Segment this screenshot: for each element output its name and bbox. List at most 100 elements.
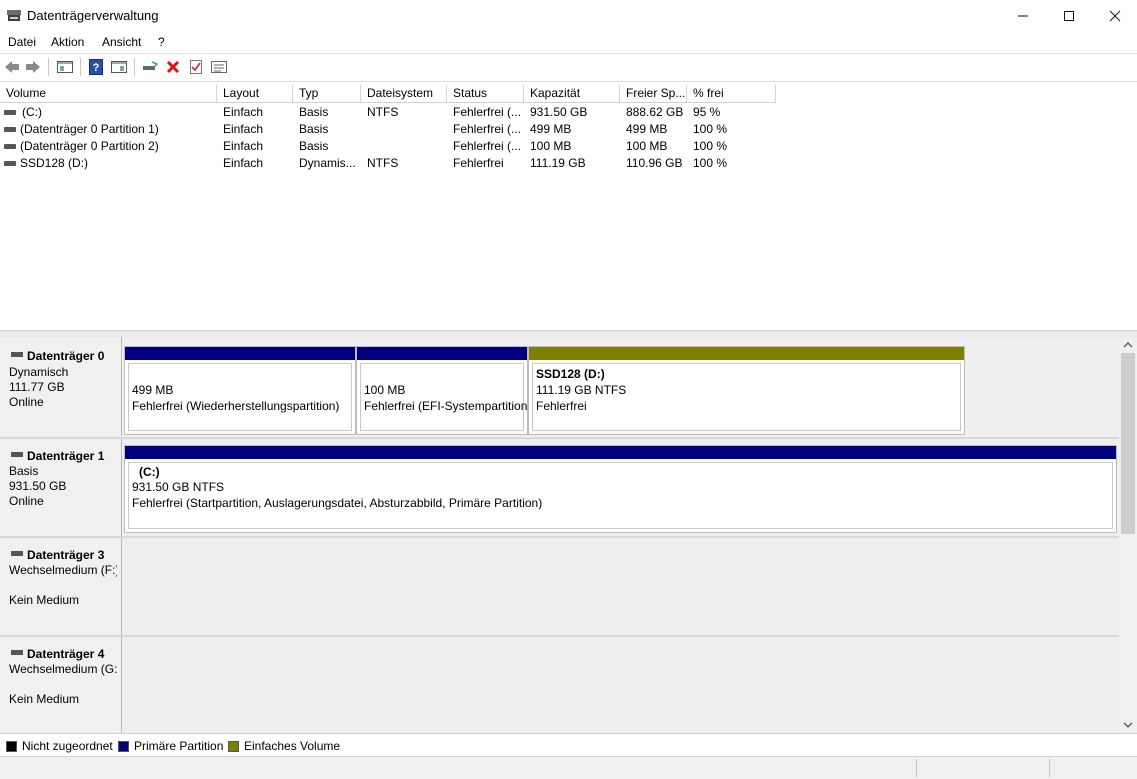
cell-freier-speicher: 110.96 GB <box>626 156 683 170</box>
legend-swatch <box>6 740 17 752</box>
column-header-kapazitaet[interactable]: Kapazität <box>524 85 620 102</box>
disk-name: Datenträger 1 <box>27 449 105 463</box>
check-button[interactable] <box>187 58 205 76</box>
cell-freier-speicher: 499 MB <box>626 122 668 136</box>
volume-list-header: Volume Layout Typ Dateisystem Status Kap… <box>0 85 776 103</box>
column-header-typ[interactable]: Typ <box>293 85 361 102</box>
toolbar: ? <box>0 53 1137 82</box>
disk-row-0: Datenträger 0 Dynamisch 111.77 GB Online… <box>0 337 1119 436</box>
forward-button[interactable] <box>24 58 42 76</box>
cell-dateisystem: NTFS <box>367 105 399 119</box>
table-row[interactable]: SSD128 (D:) Einfach Dynamis... NTFS Fehl… <box>0 155 776 172</box>
back-button[interactable] <box>3 58 21 76</box>
scrollbar-thumb[interactable] <box>1121 353 1135 534</box>
disk-row-4: Datenträger 4 Wechselmedium (G:) Kein Me… <box>0 637 1119 733</box>
connect-disk-button[interactable] <box>141 58 159 76</box>
disk-state: Kein Medium <box>9 692 80 706</box>
cell-typ: Basis <box>299 139 329 153</box>
connect-disk-icon <box>143 61 158 70</box>
column-header-status[interactable]: Status <box>447 85 524 102</box>
cell-prozent-frei: 95 % <box>693 105 721 119</box>
cell-freier-speicher: 100 MB <box>626 139 668 153</box>
minimize-icon <box>1018 15 1028 16</box>
partition-efi[interactable]: 100 MB Fehlerfrei (EFI-Systempartition) <box>356 346 528 435</box>
partition-recovery[interactable]: 499 MB Fehlerfrei (Wiederherstellungspar… <box>124 346 356 435</box>
cell-prozent-frei: 100 % <box>693 156 728 170</box>
column-header-prozent-frei[interactable]: % frei <box>687 85 776 102</box>
disk-row-3: Datenträger 3 Wechselmedium (F:) Kein Me… <box>0 538 1119 635</box>
disk-name: Datenträger 0 <box>27 349 105 363</box>
disk-type: Dynamisch <box>9 365 69 379</box>
cell-layout: Einfach <box>223 156 264 170</box>
partition-c[interactable]: (C:) 931.50 GB NTFS Fehlerfrei (Startpar… <box>124 445 1117 533</box>
disk-label-4[interactable]: Datenträger 4 Wechselmedium (G:) Kein Me… <box>0 637 122 733</box>
partition-status: Fehlerfrei (Startpartition, Auslagerungs… <box>132 496 543 510</box>
legend-item-simple-volume: Einfaches Volume <box>228 739 340 753</box>
cell-layout: Einfach <box>223 122 264 136</box>
disk-type: Basis <box>9 464 39 478</box>
partition-color-bar <box>125 347 355 360</box>
graphical-view-scrollbar[interactable] <box>1119 337 1137 733</box>
menu-bar: Datei Aktion Ansicht ? <box>0 31 1137 53</box>
pane-splitter[interactable] <box>0 330 1137 337</box>
column-header-volume[interactable]: Volume <box>0 85 217 102</box>
back-icon <box>5 61 19 73</box>
cell-volume: (C:) <box>22 105 42 119</box>
properties-panel-button[interactable] <box>110 58 128 76</box>
table-row[interactable]: (C:) Einfach Basis NTFS Fehlerfrei (... … <box>0 104 776 121</box>
column-header-freier-speicher[interactable]: Freier Sp... <box>620 85 687 102</box>
volume-list[interactable]: Volume Layout Typ Dateisystem Status Kap… <box>0 85 1137 330</box>
menu-datei[interactable]: Datei <box>8 35 36 49</box>
disk-row-1: Datenträger 1 Basis 931.50 GB Online (C:… <box>0 439 1119 536</box>
cell-prozent-frei: 100 % <box>693 139 728 153</box>
disk-state: Online <box>9 395 44 409</box>
partition-status: Fehlerfrei (Wiederherstellungspartition) <box>132 399 340 413</box>
disk-type: Wechselmedium (G:) <box>9 662 117 676</box>
maximize-icon <box>1064 10 1074 21</box>
disk-graphical-view: Datenträger 0 Dynamisch 111.77 GB Online… <box>0 337 1119 733</box>
disk-label-1[interactable]: Datenträger 1 Basis 931.50 GB Online <box>0 439 122 536</box>
help-button[interactable]: ? <box>87 58 105 76</box>
cell-status: Fehlerfrei (... <box>453 139 522 153</box>
legend-item-unallocated: Nicht zugeordnet <box>6 739 113 753</box>
close-icon <box>1109 10 1121 21</box>
partition-size: 499 MB <box>132 383 174 397</box>
cell-status: Fehlerfrei (... <box>453 122 522 136</box>
disk-state: Online <box>9 494 44 508</box>
cell-layout: Einfach <box>223 139 264 153</box>
settings-list-icon <box>211 61 227 73</box>
help-icon: ? <box>89 59 103 75</box>
console-tree-button[interactable] <box>56 58 74 76</box>
partition-status: Fehlerfrei (EFI-Systempartition) <box>364 399 528 413</box>
cell-typ: Basis <box>299 105 329 119</box>
partition-ssd128-d[interactable]: SSD128 (D:) 111.19 GB NTFS Fehlerfrei <box>528 346 965 435</box>
disk-label-0[interactable]: Datenträger 0 Dynamisch 111.77 GB Online <box>0 337 122 436</box>
scroll-up-icon[interactable] <box>1123 341 1133 349</box>
disk-type: Wechselmedium (F:) <box>9 563 117 577</box>
close-button[interactable] <box>1092 0 1137 31</box>
menu-aktion[interactable]: Aktion <box>51 35 84 49</box>
partition-color-bar <box>357 347 527 360</box>
cell-kapazitaet: 100 MB <box>530 139 572 153</box>
table-row[interactable]: (Datenträger 0 Partition 1) Einfach Basi… <box>0 121 776 138</box>
settings-list-button[interactable] <box>210 58 228 76</box>
maximize-button[interactable] <box>1046 0 1092 31</box>
partition-color-bar <box>125 446 1116 459</box>
volume-icon <box>4 110 16 115</box>
window-title: Datenträgerverwaltung <box>27 8 159 23</box>
cell-volume: SSD128 (D:) <box>20 156 89 170</box>
column-header-layout[interactable]: Layout <box>217 85 293 102</box>
menu-ansicht[interactable]: Ansicht <box>102 35 141 49</box>
minimize-button[interactable] <box>1000 0 1046 31</box>
table-row[interactable]: (Datenträger 0 Partition 2) Einfach Basi… <box>0 138 776 155</box>
disk-label-3[interactable]: Datenträger 3 Wechselmedium (F:) Kein Me… <box>0 538 122 635</box>
column-header-dateisystem[interactable]: Dateisystem <box>361 85 447 102</box>
scroll-down-icon[interactable] <box>1123 721 1133 729</box>
forward-icon <box>26 61 40 73</box>
partition-title: (C:) <box>139 465 160 479</box>
delete-button[interactable] <box>164 58 182 76</box>
cell-kapazitaet: 499 MB <box>530 122 572 136</box>
menu-help[interactable]: ? <box>158 35 165 49</box>
disk-state: Kein Medium <box>9 593 80 607</box>
partition-status: Fehlerfrei <box>536 399 587 413</box>
